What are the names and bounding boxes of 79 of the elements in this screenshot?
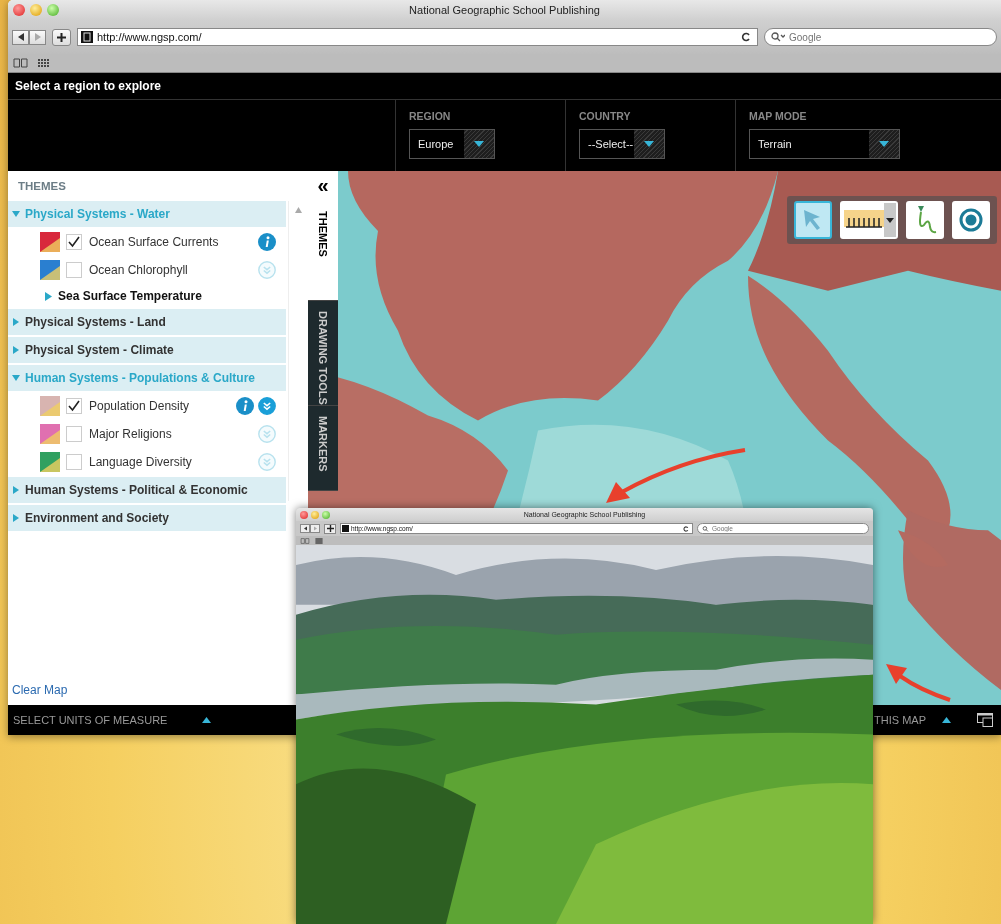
selector-label: COUNTRY [579,110,631,122]
grid-icon[interactable] [315,537,323,544]
layer-label: Major Religions [89,427,173,441]
caret-icon [12,374,20,382]
layer-label: Ocean Surface Currents [89,235,220,249]
caret-icon [474,141,484,147]
caret-icon [44,291,52,301]
side-tab[interactable]: MARKERS [308,406,338,491]
caret-icon[interactable] [202,717,212,723]
layer-label: Population Density [89,399,191,413]
caret-icon [12,486,20,494]
reload-icon[interactable] [741,32,751,42]
dropdown[interactable]: Europe [409,129,495,159]
bookmarks-icon[interactable] [13,58,28,68]
status-label[interactable]: THIS MAP [874,714,926,726]
site-icon [81,31,93,43]
checkbox[interactable] [66,426,82,442]
search-icon [702,525,709,532]
expand-details-icon[interactable] [258,397,276,415]
page-heading: Select a region to explore [15,79,162,93]
add-bookmark-button[interactable] [324,523,336,534]
selector-label: REGION [409,110,451,122]
search-field[interactable]: Google [764,28,997,46]
draw-tool-button[interactable] [906,201,944,239]
dropdown[interactable]: Terrain [749,129,900,159]
caret-icon [12,210,20,218]
caret-icon[interactable] [942,717,951,723]
dropdown[interactable]: --Select-- [579,129,665,159]
forward-icon [313,526,317,531]
search-icon [771,32,785,42]
site-icon [342,525,349,532]
zoom-button[interactable] [322,511,330,519]
theme-group[interactable]: Environment and Society [8,505,286,531]
zoom-button[interactable] [47,4,59,16]
window-title: National Geographic School Publishing [409,4,600,16]
theme-subgroup[interactable]: Sea Surface Temperature [8,285,286,307]
back-button[interactable] [300,524,310,533]
caret-icon [644,141,654,147]
back-button[interactable] [12,29,29,45]
info-icon[interactable] [236,397,254,415]
checkbox[interactable] [66,262,82,278]
target-icon [958,207,984,233]
theme-group[interactable]: Physical System - Climate [8,337,286,363]
collapse-button[interactable]: « [308,171,338,201]
panel-title: THEMES [18,180,66,192]
caret-icon [12,318,20,326]
layer-label: Ocean Chlorophyll [89,263,189,277]
forward-icon [34,33,41,41]
theme-group[interactable]: Human Systems - Political & Economic [8,477,286,503]
marker-tool-button[interactable] [952,201,990,239]
window-icon[interactable] [977,713,993,727]
checkbox[interactable] [66,454,82,470]
back-icon [17,33,24,41]
ruler-tool-button[interactable] [840,201,898,239]
pointer-tool-button[interactable] [794,201,832,239]
arrow [886,664,951,702]
close-button[interactable] [13,4,25,16]
clear-map-link[interactable]: Clear Map [12,683,68,697]
caret-icon [886,217,894,223]
caret-icon [879,141,889,147]
checkbox[interactable] [66,398,82,414]
scroll-up-icon[interactable] [295,207,302,213]
close-button[interactable] [300,511,308,519]
selector-label: MAP MODE [749,110,807,122]
theme-group[interactable]: Physical Systems - Land [8,309,286,335]
address-field[interactable]: http://www.ngsp.com/ [77,28,758,46]
caret-icon [12,514,20,522]
plus-icon [56,31,67,43]
layer-label: Language Diversity [89,455,193,469]
plus-icon [326,525,334,532]
checkbox[interactable] [66,234,82,250]
caret-icon [12,346,20,354]
side-tab[interactable]: THEMES [308,201,338,301]
grid-icon[interactable] [38,58,50,68]
add-bookmark-button[interactable] [52,28,71,46]
units-selector-label[interactable]: SELECT UNITS OF MEASURE [13,714,168,726]
info-icon[interactable] [258,233,276,251]
side-tab[interactable]: DRAWING TOOLS [308,301,338,406]
reload-icon[interactable] [683,525,689,532]
